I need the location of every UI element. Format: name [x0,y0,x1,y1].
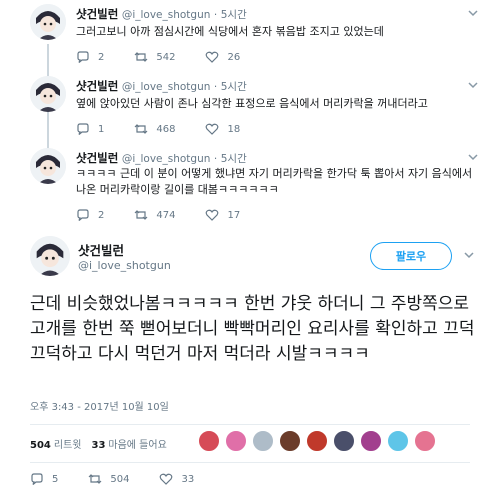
thread-tweet-3[interactable]: 샷건빌런 @i_love_shotgun · 5시간 ㅋㅋㅋㅋ 근데 이 분이 … [0,144,500,230]
speech-bubble-icon [77,51,89,63]
reply-count: 2 [98,51,105,63]
tweet-actions: 2 474 17 [76,208,270,222]
tweet-actions: 1 468 18 [76,122,270,136]
liker-avatars [198,430,441,452]
retweet-stat-label: 리트윗 [53,440,82,451]
like-count: 26 [227,51,241,63]
reply-count: 5 [52,473,59,485]
liker-avatar[interactable] [387,430,409,452]
retweet-button[interactable]: 474 [134,208,175,222]
user-handle[interactable]: @i_love_shotgun [122,9,211,21]
retweet-button[interactable]: 542 [134,50,175,64]
liker-avatar[interactable] [279,430,301,452]
dot-separator: · [213,153,218,165]
user-handle[interactable]: @i_love_shotgun [122,153,211,165]
retweet-button[interactable]: 504 [88,472,129,486]
like-button[interactable]: 33 [159,472,194,486]
speech-bubble-icon [77,209,89,221]
retweet-arrows-icon [134,124,148,134]
tweet-time[interactable]: 5시간 [221,153,247,165]
liker-avatar[interactable] [306,430,328,452]
liker-avatar[interactable] [360,430,382,452]
reply-count: 1 [98,123,105,135]
main-timestamp[interactable]: 오후 3:43 - 2017년 10월 10일 [30,398,169,413]
like-button[interactable]: 18 [205,122,240,136]
avatar[interactable] [30,76,66,112]
main-tweet-text: 근데 비슷했었나봄ㅋㅋㅋㅋㅋ 한번 갸웃 하더니 그 주방쪽으로 고개를 한번 … [30,294,475,364]
liker-avatar[interactable] [333,430,355,452]
speech-bubble-icon [31,473,43,485]
reply-button[interactable]: 1 [76,122,104,136]
heart-icon [160,473,173,485]
like-stat-count: 33 [91,440,106,451]
reply-count: 2 [98,209,105,221]
retweet-button[interactable]: 468 [134,122,175,136]
retweet-count: 468 [156,123,176,135]
tweet-header: 샷건빌런 @i_love_shotgun · 5시간 [76,150,247,166]
tweet-actions: 2 542 26 [76,50,270,64]
like-button[interactable]: 17 [205,208,240,222]
heart-icon [206,123,219,135]
liker-avatar[interactable] [225,430,247,452]
tweet-header: 샷건빌런 @i_love_shotgun · 5시간 [76,6,247,22]
thread-tweet-1[interactable]: 샷건빌런 @i_love_shotgun · 5시간 그러고보니 아까 점심시간… [0,0,500,72]
main-user-handle[interactable]: @i_love_shotgun [78,259,171,272]
divider [30,462,470,463]
follow-button[interactable]: 팔로우 [370,242,452,270]
tweet-time[interactable]: 5시간 [221,9,247,21]
like-stat[interactable]: 33 마음에 들어요 [91,436,166,451]
speech-bubble-icon [77,123,89,135]
chevron-down-icon[interactable] [466,150,480,164]
chevron-down-icon[interactable] [462,248,476,262]
like-count: 33 [181,473,195,485]
retweet-arrows-icon [134,210,148,220]
display-name[interactable]: 샷건빌런 [76,7,118,21]
main-display-name[interactable]: 샷건빌런 [78,240,124,259]
retweet-arrows-icon [88,474,102,484]
chevron-down-icon[interactable] [466,78,480,92]
retweet-stat[interactable]: 504 리트윗 [30,436,91,451]
user-handle[interactable]: @i_love_shotgun [122,81,211,93]
display-name[interactable]: 샷건빌런 [76,79,118,93]
liker-avatar[interactable] [252,430,274,452]
dot-separator: · [213,81,218,93]
heart-icon [206,209,219,221]
display-name[interactable]: 샷건빌런 [76,151,118,165]
retweet-count: 504 [110,473,130,485]
main-avatar[interactable] [30,236,70,276]
tweet-text: 그러고보니 아까 점심시간에 식당에서 혼자 볶음밥 조지고 있었는데 [76,25,384,38]
thread-tweet-2[interactable]: 샷건빌런 @i_love_shotgun · 5시간 옆에 앉아있던 사람이 존… [0,72,500,144]
dot-separator: · [213,9,218,21]
reply-button[interactable]: 2 [76,50,104,64]
retweet-count: 474 [156,209,176,221]
tweet-text: ㅋㅋㅋㅋ 근데 이 분이 어떻게 했냐면 자기 머리카락을 한가닥 툭 뽑아서 … [76,167,473,196]
tweet-text: 옆에 앉아있던 사람이 존나 심각한 표정으로 음식에서 머리카락을 꺼내더라고 [76,97,428,110]
chevron-down-icon[interactable] [466,6,480,20]
like-stat-label: 마음에 들어요 [108,440,167,451]
like-count: 17 [227,209,241,221]
like-count: 18 [227,123,241,135]
retweet-arrows-icon [134,52,148,62]
divider [30,424,470,425]
retweet-stat-count: 504 [30,440,51,451]
engagement-stats: 504 리트윗 33 마음에 들어요 [30,436,167,451]
liker-avatar[interactable] [198,430,220,452]
retweet-count: 542 [156,51,176,63]
reply-button[interactable]: 5 [30,472,58,486]
avatar[interactable] [30,148,66,184]
tweet-header: 샷건빌런 @i_love_shotgun · 5시간 [76,78,247,94]
liker-avatar[interactable] [414,430,436,452]
heart-icon [206,51,219,63]
avatar[interactable] [30,4,66,40]
tweet-time[interactable]: 5시간 [221,81,247,93]
like-button[interactable]: 26 [205,50,240,64]
reply-button[interactable]: 2 [76,208,104,222]
main-tweet-actions: 5 504 33 [30,472,224,486]
